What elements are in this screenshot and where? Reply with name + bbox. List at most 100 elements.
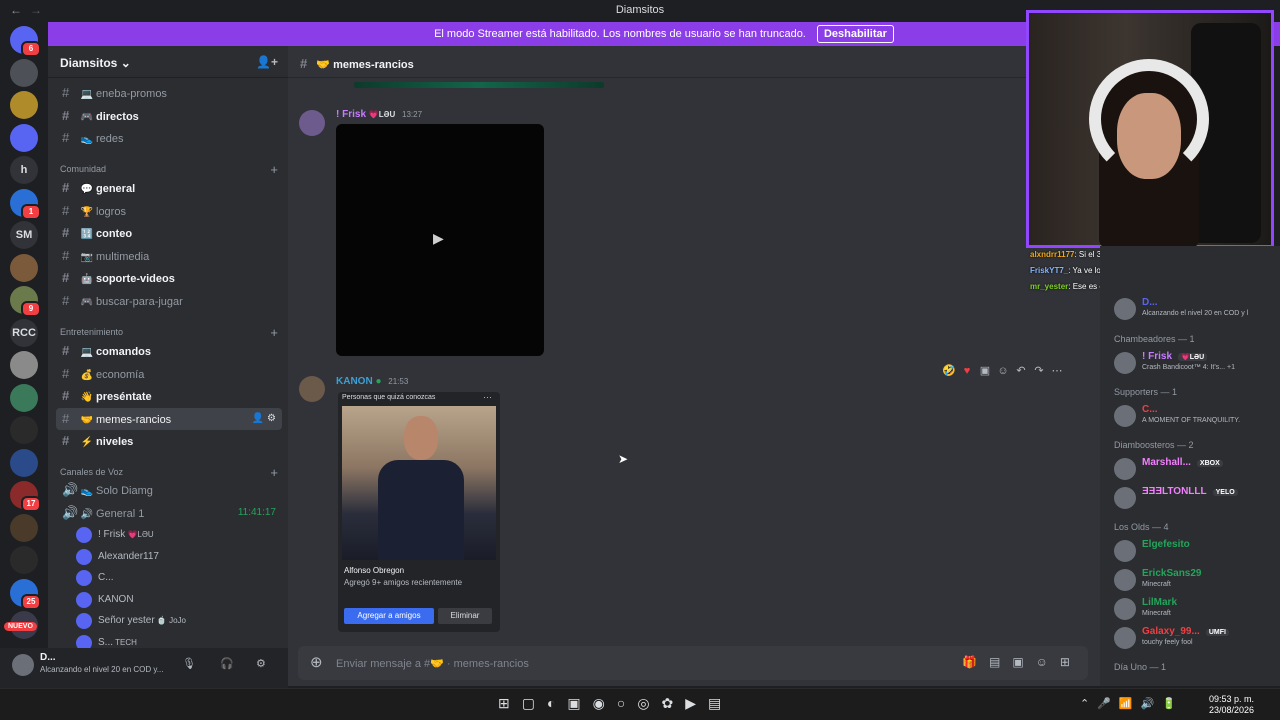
channel-multimedia[interactable]: # 📷 multimedia xyxy=(56,245,282,267)
channel-conteo[interactable]: # 🔢 conteo xyxy=(56,222,282,244)
channel-economía[interactable]: # 💰 economía xyxy=(56,363,282,385)
more-icon[interactable]: ⋯ xyxy=(483,392,492,403)
member-item[interactable]: Elgefesito xyxy=(1112,536,1276,566)
server-icon[interactable] xyxy=(10,448,38,477)
avatar[interactable] xyxy=(1114,487,1136,509)
avatar[interactable] xyxy=(1114,598,1136,620)
add-attachment-icon[interactable]: ⊕ xyxy=(310,653,323,671)
avatar[interactable] xyxy=(299,110,325,136)
channel-soporte-videos[interactable]: # 🤖 soporte-videos xyxy=(56,267,282,289)
server-icon[interactable]: 9 xyxy=(10,286,41,317)
message-composer[interactable]: ⊕ Enviar mensaje a #🤝 · memes-rancios 🎁▤… xyxy=(298,646,1088,680)
avatar[interactable] xyxy=(76,548,92,565)
channel-logros[interactable]: # 🏆 logros xyxy=(56,200,282,222)
category-header[interactable]: Comunidad + xyxy=(60,162,282,177)
channel-buscar-para-jugar[interactable]: # 🎮 buscar-para-jugar xyxy=(56,290,282,312)
composer-placeholder[interactable]: Enviar mensaje a #🤝 · memes-rancios xyxy=(336,657,529,670)
channel-niveles[interactable]: # ⚡ niveles xyxy=(56,430,282,452)
taskbar-apps[interactable]: ⊞▢◐▣◉○◎✿▶▤ xyxy=(498,695,733,712)
member-item[interactable]: Galaxy_99... UMFI touchy feely fool xyxy=(1112,623,1276,653)
avatar[interactable] xyxy=(76,527,92,543)
member-item[interactable]: Marshall... XBOX xyxy=(1112,454,1276,484)
avatar[interactable] xyxy=(1114,540,1136,562)
avatar[interactable] xyxy=(1114,569,1136,591)
member-name-text: Marshall... xyxy=(1142,457,1191,468)
voice-user[interactable]: Señor yester 🍵 JoJo xyxy=(76,611,276,631)
server-icon[interactable] xyxy=(10,91,38,119)
avatar[interactable] xyxy=(299,376,325,402)
server-header[interactable]: Diamsitos ⌄ 👤+ xyxy=(48,46,288,78)
delete-button[interactable]: Eliminar xyxy=(438,608,492,624)
add-channel-icon[interactable]: + xyxy=(270,162,278,177)
voice-channel[interactable]: 🔊 👟 Solo Diamg xyxy=(56,479,282,501)
channel-memes-rancios[interactable]: # 🤝 memes-rancios 👤 ⚙ xyxy=(56,407,282,430)
avatar[interactable] xyxy=(1114,405,1136,427)
member-item[interactable]: D... Alcanzando el nivel 20 en COD y l xyxy=(1112,294,1276,324)
server-icon[interactable]: SM xyxy=(10,221,38,249)
add-channel-icon[interactable]: + xyxy=(270,325,278,340)
channel-comandos[interactable]: # 💻 comandos xyxy=(56,340,282,362)
avatar[interactable] xyxy=(1114,298,1136,320)
server-icon[interactable] xyxy=(10,351,38,379)
category-header[interactable]: Canales de Voz + xyxy=(60,465,282,480)
category-header[interactable]: Entretenimiento + xyxy=(60,325,282,340)
channel-preséntate[interactable]: # 👋 preséntate xyxy=(56,385,282,407)
channel-settings-icon[interactable]: 👤 ⚙ xyxy=(252,408,276,430)
message-author[interactable]: ! Frisk 💗LƏU 13:27 xyxy=(336,109,422,120)
play-icon[interactable]: ▶ xyxy=(433,230,444,247)
embed-strip xyxy=(354,82,604,88)
avatar[interactable] xyxy=(76,570,92,586)
channel-eneba-promos[interactable]: # 💻 eneba-promos xyxy=(56,82,282,104)
avatar[interactable] xyxy=(1114,352,1136,374)
channel-redes[interactable]: # 👟 redes xyxy=(56,127,282,149)
channel-emoji: 💰 xyxy=(80,369,94,381)
server-icon[interactable] xyxy=(10,546,38,574)
composer-tools[interactable]: 🎁▤▣☺⊞ xyxy=(962,655,1082,669)
chat-user: alxndrr1177 xyxy=(1030,250,1075,259)
avatar[interactable] xyxy=(12,654,34,676)
gear-icon[interactable]: ⚙ xyxy=(256,657,266,670)
message-author[interactable]: KANON ● 21:53 xyxy=(336,376,408,387)
server-icon[interactable] xyxy=(10,383,38,412)
voice-channel[interactable]: 🔊 🔊 General 1 11:41:17 xyxy=(56,502,282,524)
avatar[interactable] xyxy=(1114,458,1136,480)
server-icon[interactable]: 1 xyxy=(10,188,41,220)
avatar[interactable] xyxy=(76,591,92,608)
invite-icon[interactable]: 👤+ xyxy=(256,55,278,69)
server-icon[interactable] xyxy=(10,253,38,282)
server-icon[interactable] xyxy=(10,416,38,444)
member-item[interactable]: ErickSans29 Minecraft xyxy=(1112,565,1276,595)
add-channel-icon[interactable]: + xyxy=(270,465,278,480)
server-icon[interactable]: RCC xyxy=(10,318,38,347)
add-friend-button[interactable]: Agregar a amigos xyxy=(344,608,434,624)
headphones-icon[interactable]: 🎧 xyxy=(220,657,234,670)
video-attachment[interactable]: ▶ xyxy=(336,124,544,356)
card-label: Personas que quizá conozcas xyxy=(342,394,436,401)
server-icon[interactable]: 25 xyxy=(10,578,41,610)
avatar[interactable] xyxy=(1114,627,1136,649)
member-item[interactable]: ƎƎƎLTONLLL YELO xyxy=(1112,483,1276,513)
member-item[interactable]: ! Frisk 💗LƏU Crash Bandicoot™ 4: It's... +… xyxy=(1112,348,1276,378)
member-item[interactable]: LilMark Minecraft xyxy=(1112,594,1276,624)
server-icon[interactable] xyxy=(10,513,38,542)
server-icon[interactable] xyxy=(10,123,38,152)
channel-emoji: 👟 xyxy=(80,134,94,146)
channel-name: redes xyxy=(96,133,124,146)
microphone-icon[interactable]: 🎙 xyxy=(182,657,196,670)
server-icon[interactable]: h xyxy=(10,156,38,184)
voice-user[interactable]: Alexander117 xyxy=(76,547,276,567)
channel-general[interactable]: # 💬 general xyxy=(56,177,282,199)
server-icon[interactable]: 6 xyxy=(10,26,41,57)
avatar[interactable] xyxy=(76,613,92,629)
category-name: Entretenimiento xyxy=(60,327,124,337)
voice-user[interactable]: KANON xyxy=(76,590,276,610)
voice-user[interactable]: C... xyxy=(76,568,276,588)
channel-directos[interactable]: # 🎮 directos xyxy=(56,105,282,127)
member-item[interactable]: C... A MOMENT OF TRANQUILITY. xyxy=(1112,401,1276,431)
disable-streamer-button[interactable]: Deshabilitar xyxy=(816,25,894,43)
voice-user[interactable]: ! Frisk 💗LƏU xyxy=(76,525,276,545)
friend-suggestion-card: Personas que quizá conozcas ⋯ Alfonso Ob… xyxy=(338,392,500,632)
server-icon[interactable] xyxy=(10,58,38,87)
system-tray[interactable]: ⌃🎤📶🔊🔋 xyxy=(1080,697,1184,710)
server-icon[interactable]: 17 xyxy=(10,481,41,512)
